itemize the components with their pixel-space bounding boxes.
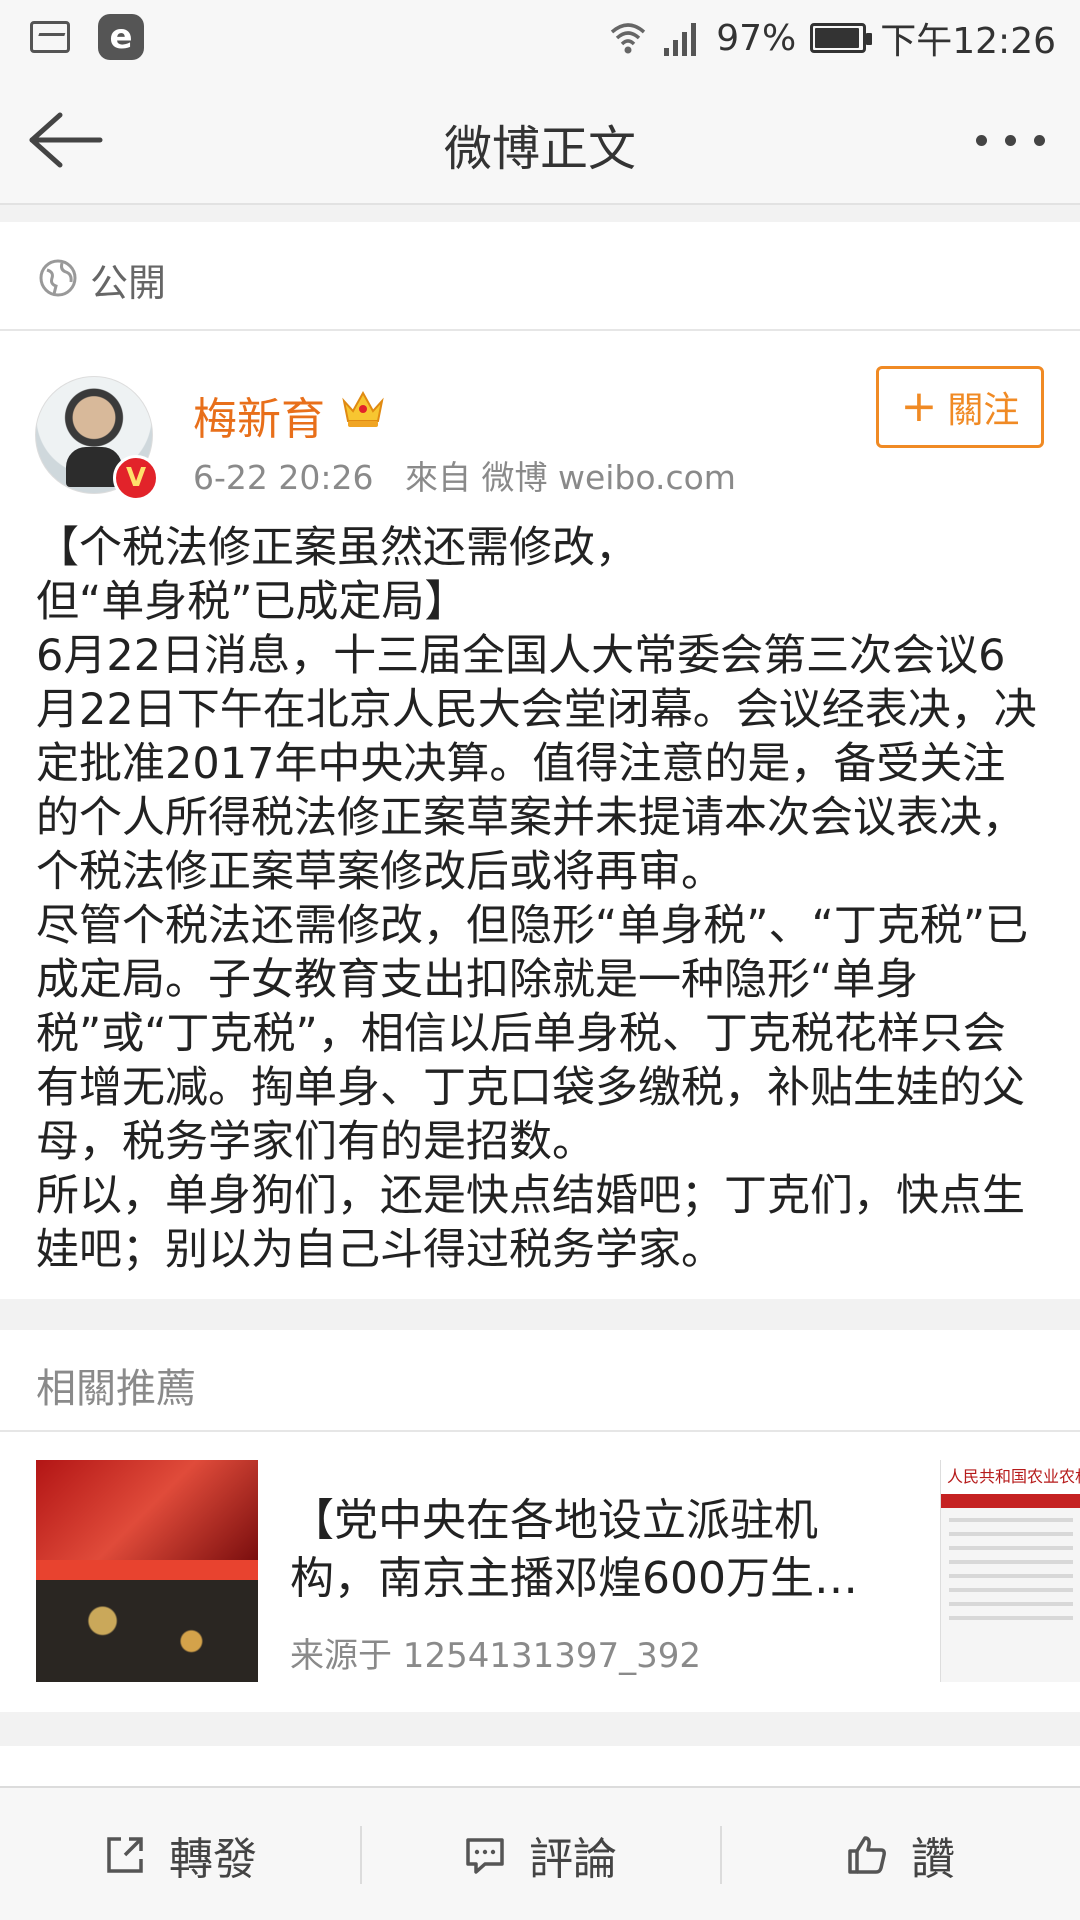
visibility-row: 公開 [0,222,1080,331]
signal-icon [664,23,697,56]
next-card-partial [0,1746,1080,1786]
related-thumbnail [36,1460,258,1682]
related-item-source: 来源于 1254131397_392 [290,1636,702,1676]
more-button[interactable] [960,115,1060,165]
repost-label: 轉發 [169,1834,257,1885]
post-timestamp: 6-22 20:26 [193,458,374,497]
post-source: 來自 微博 weibo.com [404,458,736,497]
share-icon [107,1837,143,1873]
e-app-icon: e [98,14,144,60]
more-icon [975,134,987,146]
page-title: 微博正文 [443,121,636,177]
like-button[interactable]: 讚 [720,1788,1080,1920]
verified-badge-icon: V [113,455,159,501]
related-header: 相關推薦 [0,1330,1080,1432]
plus-icon: + [900,381,938,432]
status-bar: e 97% 下午12:26 [0,0,1080,75]
battery-icon [810,23,873,53]
weibo-post-screen: e 97% 下午12:26 微博正文 公開 V 梅新育 6-22 20:26 來… [0,0,1080,1920]
action-bar: 轉發 評論 讚 [0,1786,1080,1920]
post-body: 【个税法修正案虽然还需修改，但“单身税”已成定局】 6月22日消息，十三届全国人… [36,521,1048,1277]
comment-label: 評論 [529,1834,617,1885]
like-icon [848,1836,886,1874]
like-label: 讚 [911,1834,955,1885]
repost-button[interactable]: 轉發 [0,1788,360,1920]
crown-icon [342,390,384,427]
follow-button[interactable]: + 關注 [876,366,1044,448]
section-divider [0,1712,1080,1746]
related-item[interactable]: 【党中央在各地设立派驻机构，南京主播邓煌600万生… 来源于 125413139… [0,1432,1080,1712]
related-item-title: 【党中央在各地设立派驻机构，南京主播邓煌600万生… [290,1495,858,1604]
side-thumbnail-caption: 人民共和国农业农村部 [941,1460,1080,1494]
related-title: 相關推薦 [36,1366,196,1412]
comment-button[interactable]: 評論 [360,1788,720,1920]
visibility-label: 公開 [90,261,167,305]
post-paragraph: 6月22日消息，十三届全国人大常委会第三次会议6月22日下午在北京人民大会堂闭幕… [36,631,1037,897]
battery-percent: 97% [716,17,797,59]
post-paragraph: 所以，单身狗们，还是快点结婚吧；丁克们，快点生娃吧；别以为自己斗得过税务学家。 [36,1171,1025,1275]
post-paragraph: 【个税法修正案虽然还需修改，但“单身税”已成定局】 [36,523,638,627]
username[interactable]: 梅新育 [193,383,325,447]
wifi-icon [611,23,646,54]
post-paragraph: 尽管个税法还需修改，但隐形“单身税”、“丁克税”已成定局。子女教育支出扣除就是一… [36,901,1029,1167]
post-meta: 6-22 20:26 來自 微博 weibo.com [193,451,736,499]
title-bar: 微博正文 [0,75,1080,205]
globe-icon [39,259,77,297]
clock: 下午12:26 [880,21,1056,62]
comment-icon [466,1838,504,1874]
gallery-icon [30,21,70,53]
related-side-thumbnail[interactable]: 人民共和国农业农村部 [940,1460,1080,1682]
follow-label: 關注 [947,390,1020,431]
post-card: V 梅新育 6-22 20:26 來自 微博 weibo.com + 關注 【个… [0,331,1080,1299]
